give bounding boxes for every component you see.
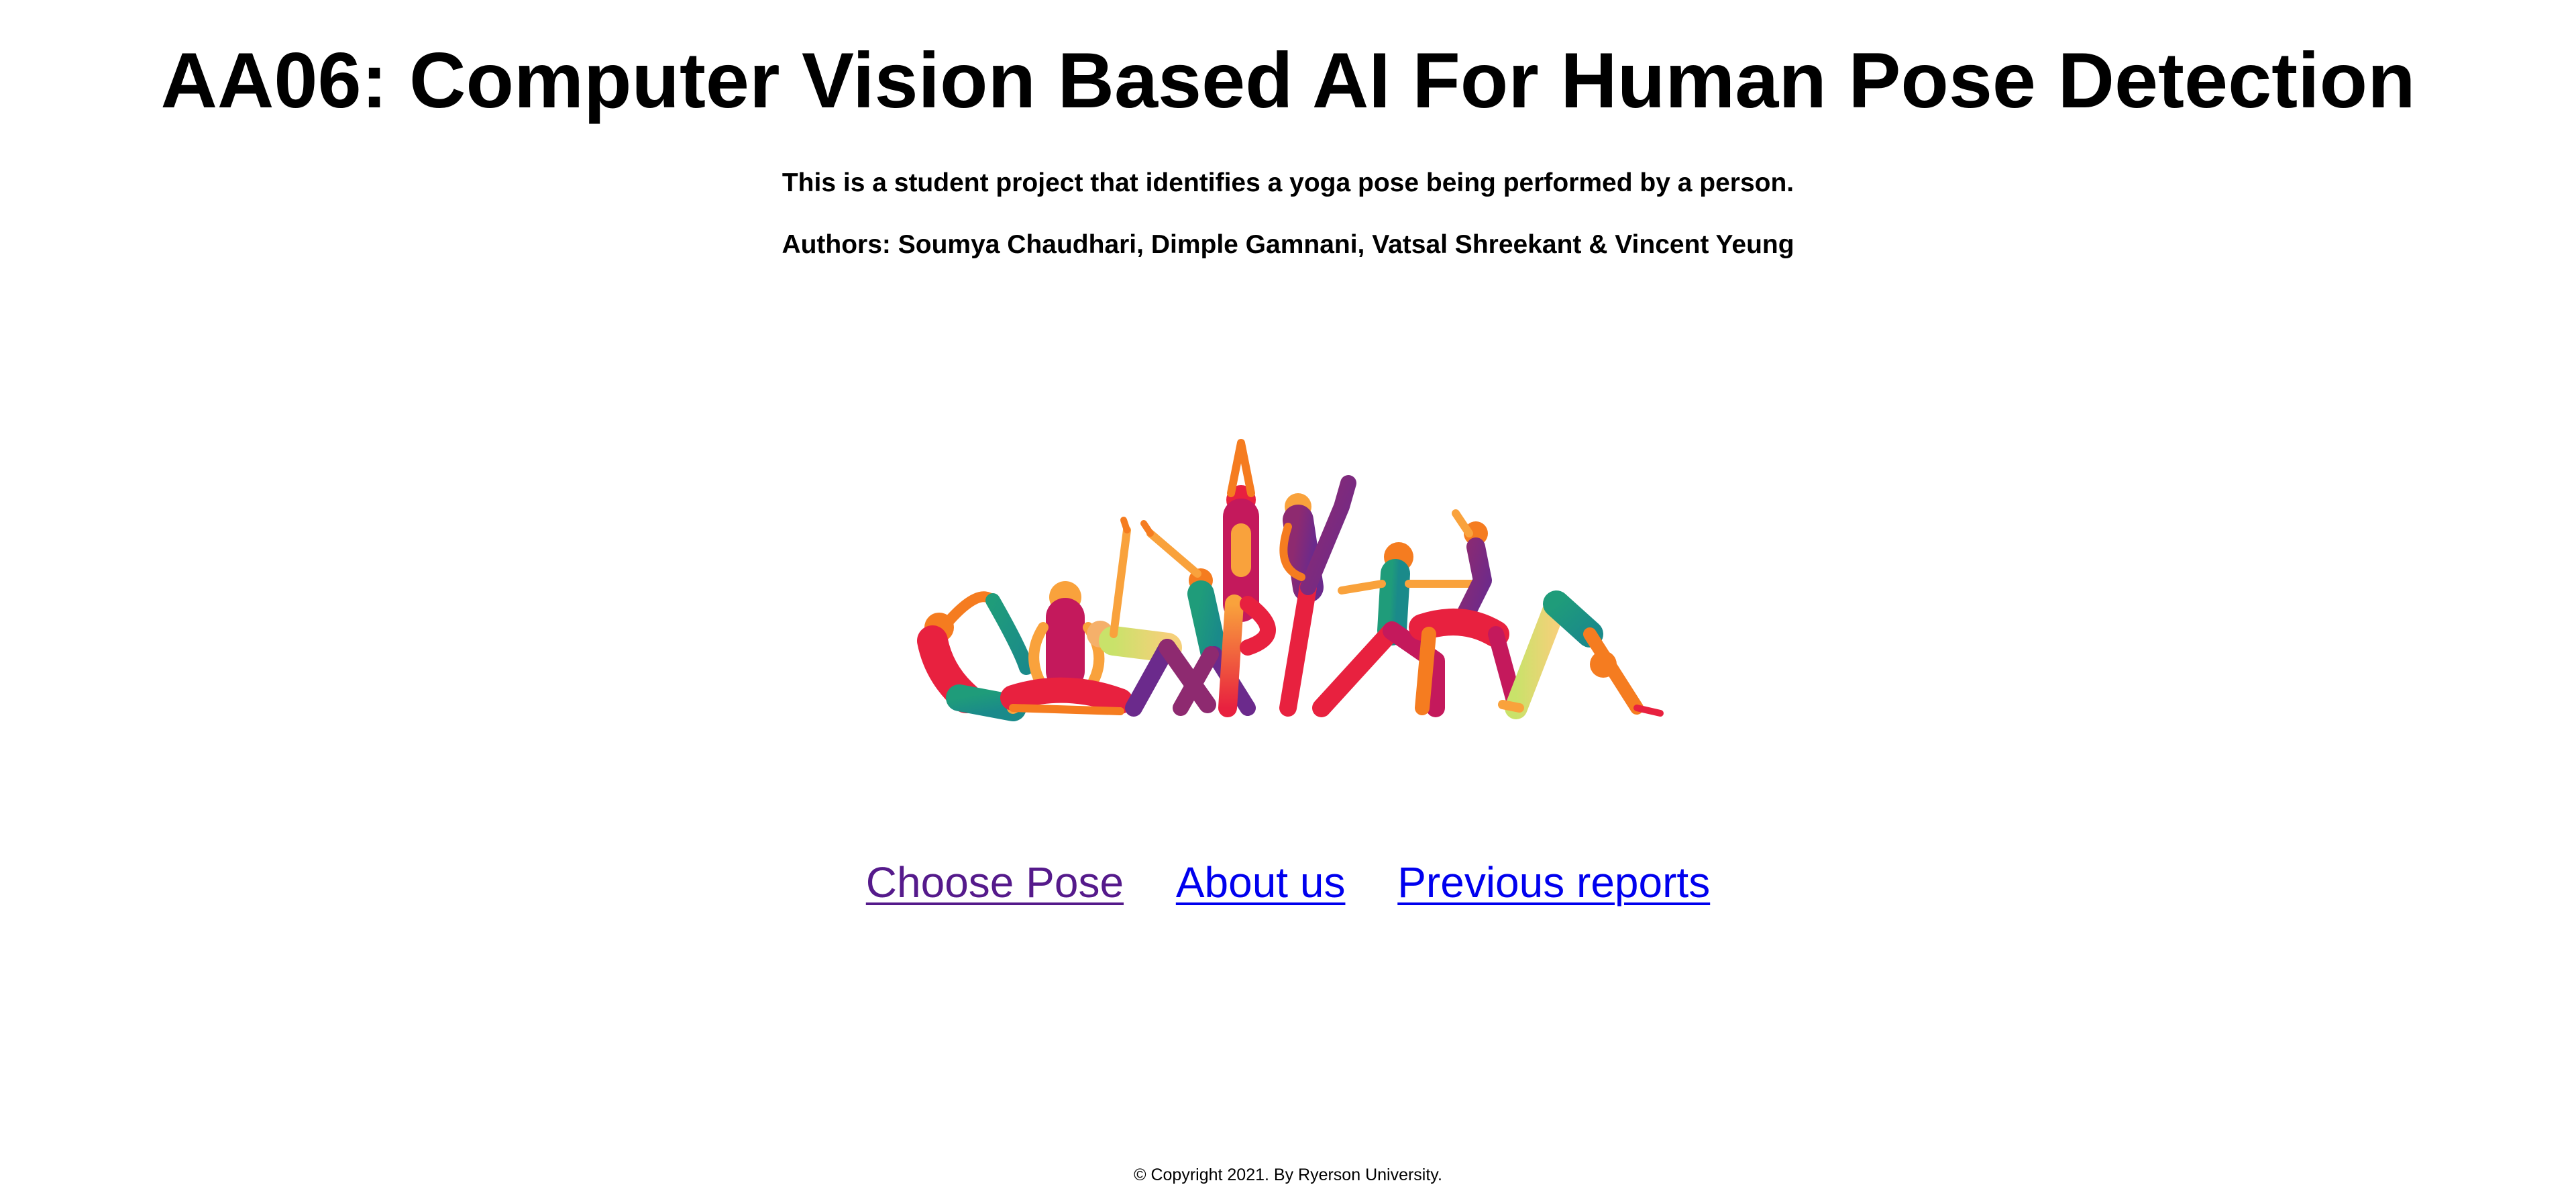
project-description: This is a student project that identifie… [782,168,1794,197]
page-title: AA06: Computer Vision Based AI For Human… [160,36,2416,124]
copyright-footer: © Copyright 2021. By Ryerson University. [1134,1166,1442,1184]
main-navigation: Choose Pose About us Previous reports [0,856,2576,909]
figure-standing-split [1279,475,1356,717]
figure-downward-dog [1498,590,1664,719]
previous-reports-link[interactable]: Previous reports [1397,858,1710,907]
about-us-link[interactable]: About us [1176,858,1346,907]
choose-pose-link[interactable]: Choose Pose [866,858,1124,907]
yoga-poses-illustration [917,439,1664,721]
authors-line: Authors: Soumya Chaudhari, Dimple Gamnan… [782,230,1794,259]
figure-tree-pose [1218,439,1276,717]
